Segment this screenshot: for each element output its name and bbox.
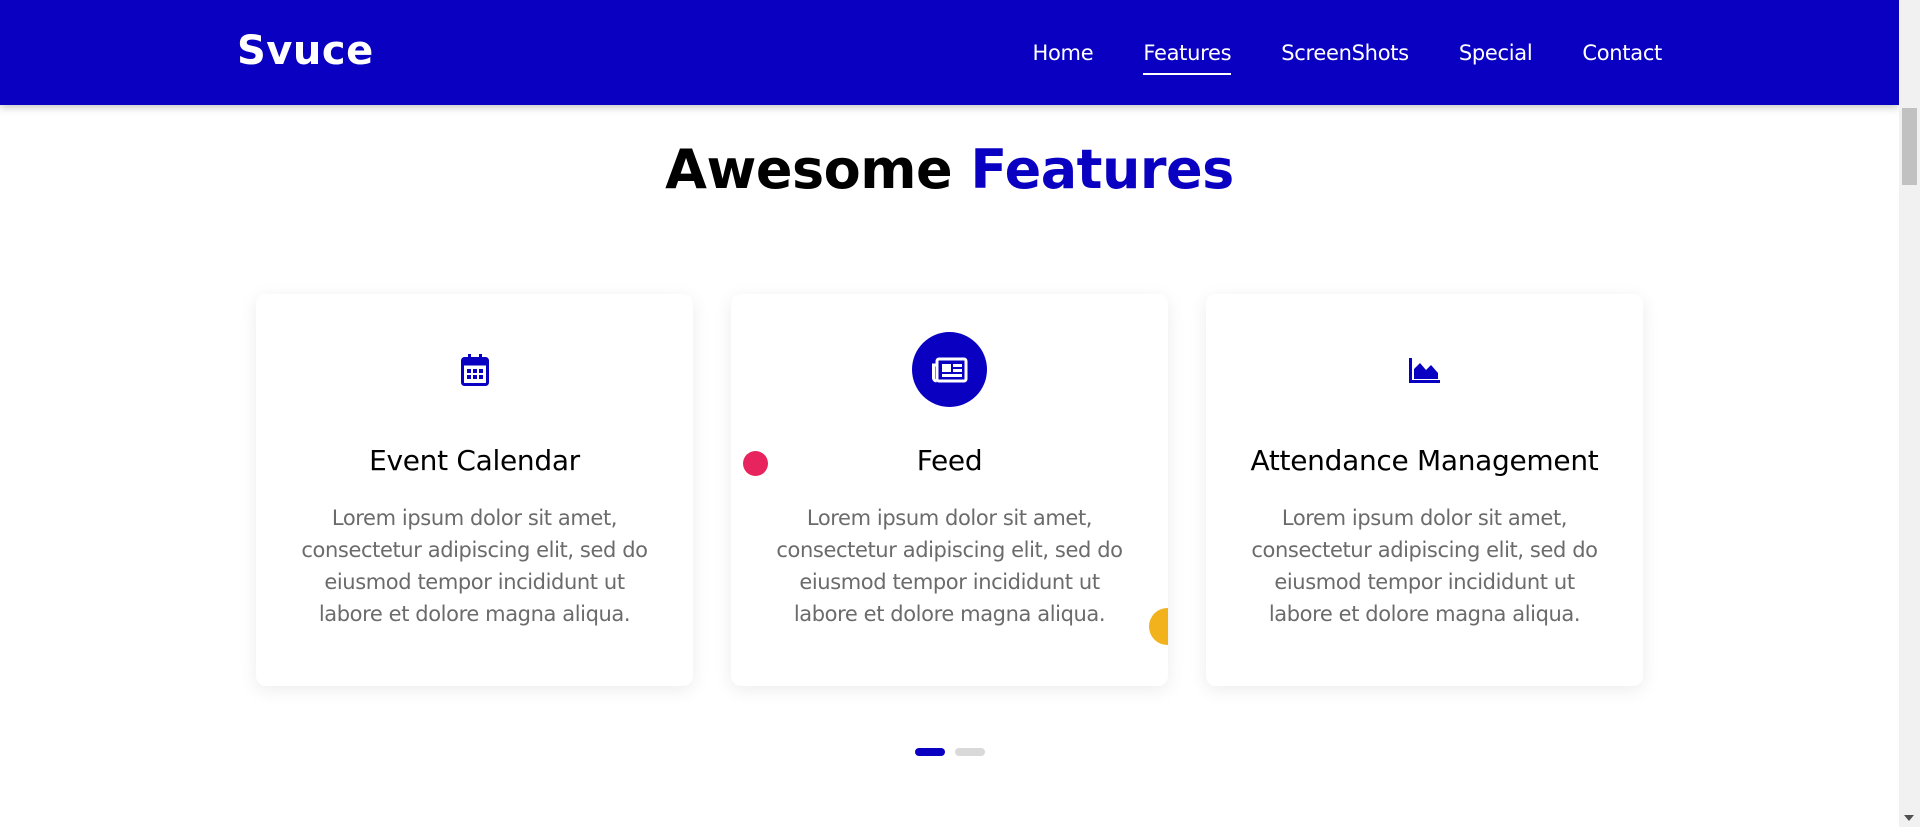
top-navbar: Svuce Home Features ScreenShots Special … xyxy=(0,0,1899,105)
nav-link-home[interactable]: Home xyxy=(1033,33,1094,73)
carousel-dot-active[interactable] xyxy=(915,748,945,756)
section-title-accent: Features xyxy=(970,138,1234,201)
card-title: Event Calendar xyxy=(369,444,580,477)
section-title: Awesome Features xyxy=(0,138,1899,201)
scrollbar-thumb[interactable] xyxy=(1902,108,1917,185)
nav-link-special[interactable]: Special xyxy=(1459,33,1533,73)
feature-card-event-calendar[interactable]: Event Calendar Lorem ipsum dolor sit ame… xyxy=(256,294,693,686)
card-description: Lorem ipsum dolor sit amet, consectetur … xyxy=(301,506,648,626)
feature-card-feed[interactable]: Feed Lorem ipsum dolor sit amet, consect… xyxy=(731,294,1168,686)
nav-link-contact[interactable]: Contact xyxy=(1582,33,1662,73)
area-chart-icon xyxy=(1387,332,1462,407)
card-title: Feed xyxy=(916,444,983,477)
card-title: Attendance Management xyxy=(1250,444,1599,477)
section-title-prefix: Awesome xyxy=(665,138,953,201)
calendar-icon xyxy=(437,332,512,407)
main-nav: Home Features ScreenShots Special Contac… xyxy=(983,0,1662,105)
card-description: Lorem ipsum dolor sit amet, consectetur … xyxy=(1251,506,1598,626)
brand-logo[interactable]: Svuce xyxy=(237,28,374,74)
card-description: Lorem ipsum dolor sit amet, consectetur … xyxy=(776,506,1123,626)
feature-card-attendance-management[interactable]: Attendance Management Lorem ipsum dolor … xyxy=(1206,294,1643,686)
decorative-pink-dot xyxy=(743,451,768,476)
nav-link-screenshots[interactable]: ScreenShots xyxy=(1281,33,1409,73)
newspaper-icon xyxy=(912,332,987,407)
scroll-down-arrow-icon[interactable] xyxy=(1904,815,1914,821)
page-scrollbar[interactable] xyxy=(1899,0,1920,827)
carousel-pagination xyxy=(915,748,995,756)
carousel-dot[interactable] xyxy=(955,748,985,756)
nav-link-features[interactable]: Features xyxy=(1143,33,1232,75)
